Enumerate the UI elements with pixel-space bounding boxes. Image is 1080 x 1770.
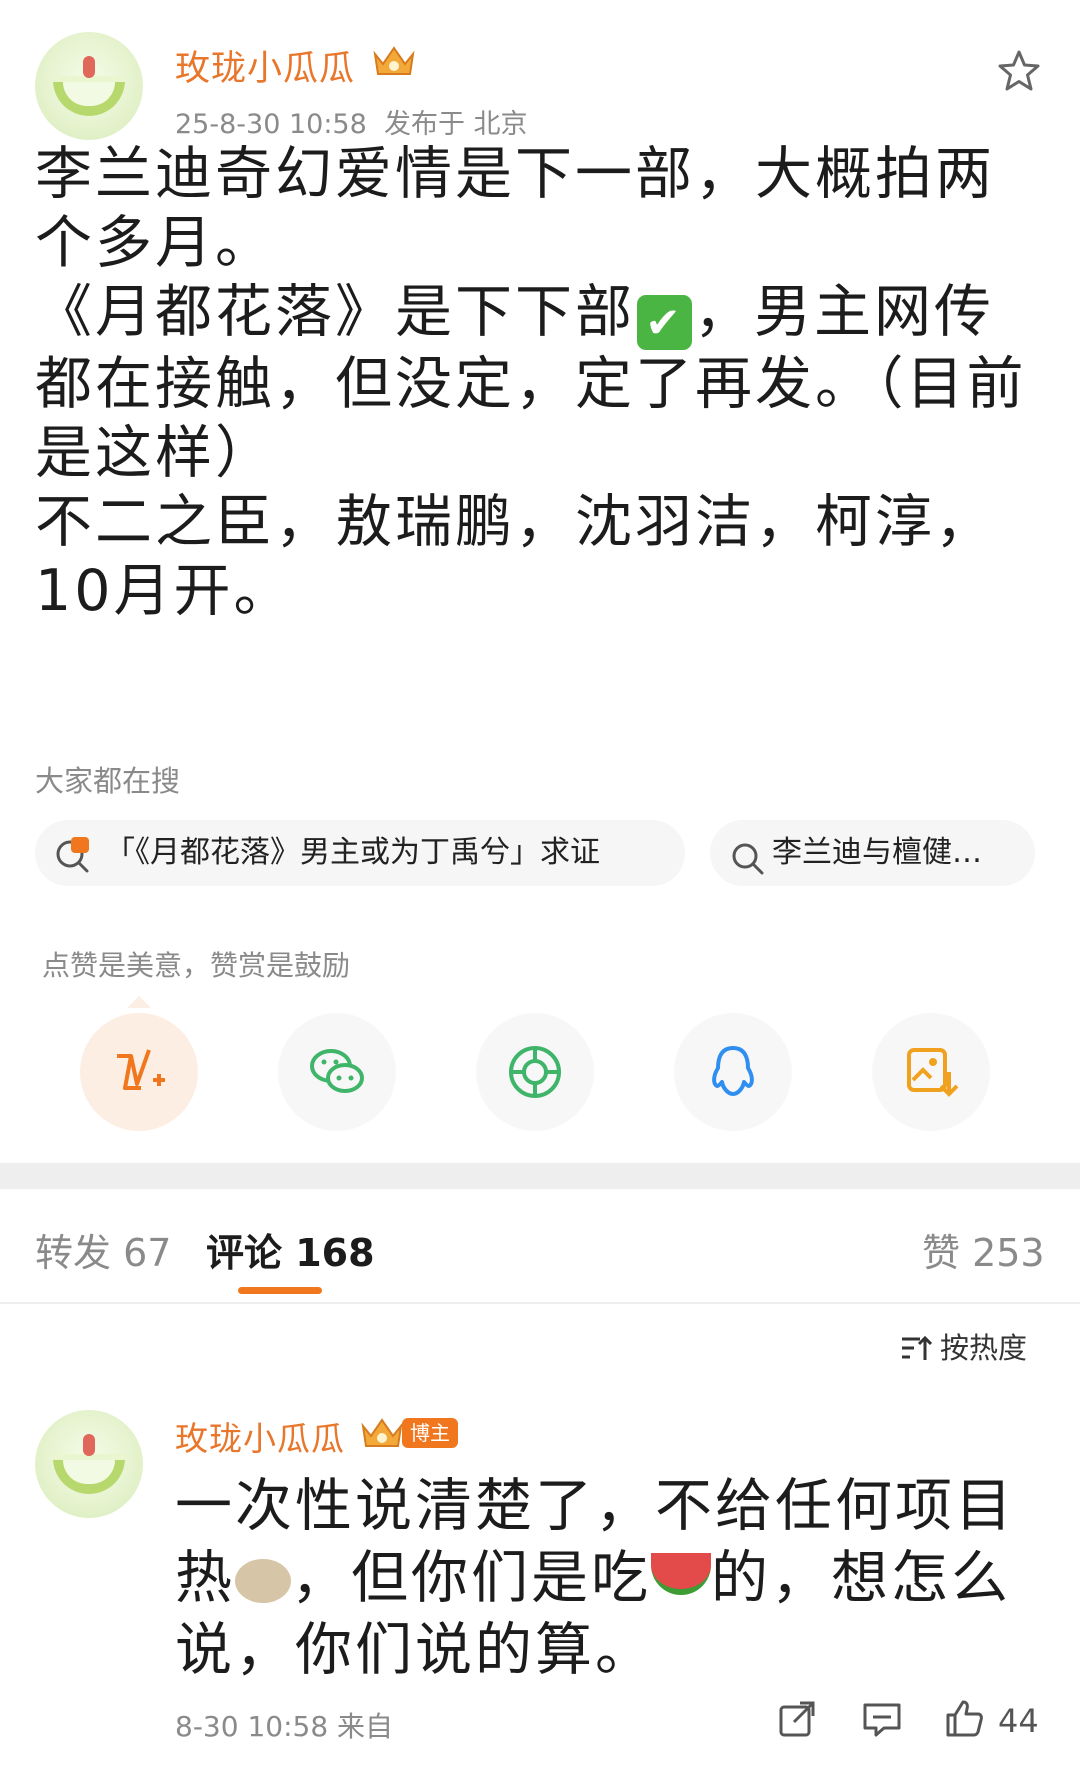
comment-text: 一次性说清楚了，不给任何项目热 ，但你们是吃 的，想怎么说，你们说的算。 [175, 1470, 1055, 1686]
post-location: 发布于 北京 [383, 109, 528, 140]
post-paragraph: 《月都花落》是下下部 ✔ ，男主网传都在接触，但没定，定了再发。（目前是这样） [35, 278, 1045, 488]
comment-meta: 8-30 10:58 来自 [175, 1710, 394, 1743]
save-image-button[interactable] [872, 1013, 990, 1131]
post-meta: 25-8-30 10:58 发布于 北京 [175, 102, 528, 141]
author-avatar[interactable] [35, 32, 143, 140]
tab-comments[interactable]: 评论 168 [206, 1222, 375, 1277]
comment-text-part: ，但你们是吃 [291, 1545, 651, 1611]
share-moments-button[interactable] [476, 1013, 594, 1131]
post-timestamp: 25-8-30 10:58 [175, 109, 367, 140]
post-content: 李兰迪奇幻爱情是下一部，大概拍两个多月。 《月都花落》是下下部 ✔ ，男主网传都在接… [35, 140, 1045, 626]
like-thumb-icon[interactable] [944, 1698, 984, 1738]
sort-label: 按热度 [940, 1331, 1028, 1365]
reward-hint: 点赞是美意，赞赏是鼓励 [42, 949, 351, 982]
share-qq-button[interactable] [674, 1013, 792, 1131]
pancake-emoji-icon [235, 1559, 291, 1603]
crown-badge-icon [372, 44, 416, 78]
like-count: 44 [998, 1702, 1039, 1740]
active-tab-indicator [238, 1287, 322, 1294]
commenter-name[interactable]: 玫珑小瓜瓜 [175, 1412, 345, 1460]
sort-button[interactable]: 按热度 [900, 1325, 1027, 1369]
author-name[interactable]: 玫珑小瓜瓜 [175, 40, 355, 91]
wechat-icon [310, 1049, 364, 1093]
qq-icon [712, 1046, 754, 1096]
author-badge: 博主 [402, 1418, 458, 1448]
hint-pointer [127, 996, 151, 1008]
share-wechat-button[interactable] [278, 1013, 396, 1131]
sort-icon [900, 1334, 933, 1369]
watermelon-emoji-icon [651, 1553, 711, 1595]
hot-search-text: 「《月都花落》男主或为丁禹兮」求证 [105, 835, 600, 870]
vip-reward-button[interactable] [80, 1013, 198, 1131]
post-paragraph: 不二之臣，敖瑞鹏，沈羽洁，柯淳，10月开。 [35, 489, 995, 624]
tab-repost[interactable]: 转发 67 [35, 1222, 171, 1277]
hot-search-icon [53, 833, 93, 873]
share-icon[interactable] [778, 1700, 816, 1738]
reply-icon[interactable] [862, 1702, 902, 1738]
tabs-divider [0, 1302, 1080, 1304]
hot-search-pill[interactable]: 李兰迪与檀健… [710, 820, 1035, 886]
hot-search-label: 大家都在搜 [35, 764, 181, 798]
tab-likes[interactable]: 赞 253 [922, 1222, 1045, 1277]
post-paragraph: 李兰迪奇幻爱情是下一部，大概拍两个多月。 [35, 141, 995, 276]
post-paragraph-text: 《月都花落》是下下部 [35, 279, 635, 345]
vip-reward-icon [117, 1049, 165, 1090]
search-icon [730, 835, 770, 875]
check-mark-emoji-icon: ✔ [637, 295, 692, 350]
hot-search-pill[interactable]: 「《月都花落》男主或为丁禹兮」求证 [35, 820, 685, 886]
crown-badge-icon [360, 1416, 404, 1450]
save-image-icon [907, 1048, 959, 1097]
commenter-avatar[interactable] [35, 1410, 143, 1518]
moments-icon [509, 1046, 561, 1098]
section-divider [0, 1163, 1080, 1189]
favorite-star-icon[interactable] [995, 48, 1043, 96]
hot-search-text: 李兰迪与檀健… [772, 835, 982, 870]
